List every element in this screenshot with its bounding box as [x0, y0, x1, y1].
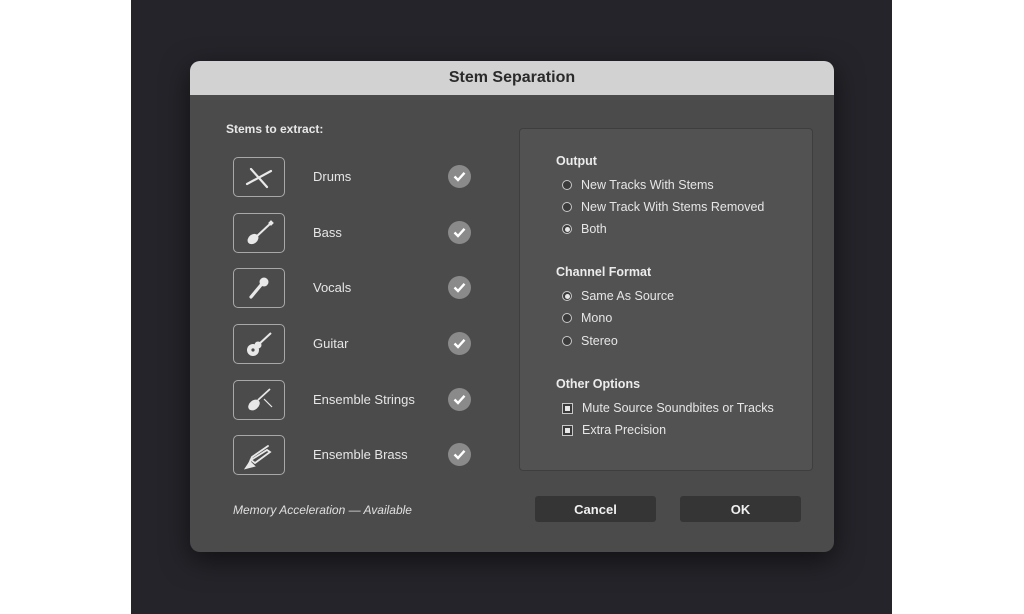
option-label: New Track With Stems Removed — [581, 200, 765, 214]
checkmark-icon[interactable] — [448, 443, 471, 466]
cancel-button[interactable]: Cancel — [535, 496, 656, 522]
option-label: Mute Source Soundbites or Tracks — [582, 401, 774, 415]
checkmark-icon[interactable] — [448, 276, 471, 299]
radio-stereo[interactable]: Stereo — [562, 332, 618, 350]
stem-row-ensemble-brass[interactable]: Ensemble Brass — [233, 435, 478, 477]
radio-button-selected[interactable] — [562, 291, 572, 301]
stem-label: Drums — [313, 169, 352, 184]
radio-button[interactable] — [562, 202, 572, 212]
memory-acceleration-status: Memory Acceleration — Available — [233, 503, 412, 517]
radio-both[interactable]: Both — [562, 220, 607, 238]
bass-guitar-icon — [233, 213, 285, 253]
radio-button[interactable] — [562, 336, 572, 346]
option-label: Same As Source — [581, 289, 675, 303]
stems-heading: Stems to extract: — [226, 122, 324, 136]
option-label: Extra Precision — [582, 423, 667, 437]
options-panel: Output New Tracks With Stems New Track W… — [519, 128, 813, 471]
dialog-title: Stem Separation — [190, 61, 834, 95]
stem-row-ensemble-strings[interactable]: Ensemble Strings — [233, 380, 478, 422]
radio-button[interactable] — [562, 180, 572, 190]
stem-row-bass[interactable]: Bass — [233, 213, 478, 255]
radio-mono[interactable]: Mono — [562, 309, 612, 327]
stem-label: Ensemble Brass — [313, 447, 408, 462]
stem-label: Bass — [313, 225, 342, 240]
checkmark-icon[interactable] — [448, 221, 471, 244]
stem-separation-dialog: Stem Separation Stems to extract: Drums … — [190, 61, 834, 552]
checkbox-extra-precision[interactable]: Extra Precision — [562, 421, 666, 439]
checkbox[interactable] — [562, 424, 573, 436]
stem-row-vocals[interactable]: Vocals — [233, 268, 478, 310]
stem-label: Vocals — [313, 280, 352, 295]
ok-button[interactable]: OK — [680, 496, 801, 522]
checkbox[interactable] — [562, 402, 573, 414]
radio-button[interactable] — [562, 313, 572, 323]
radio-button-selected[interactable] — [562, 224, 572, 234]
stem-label: Ensemble Strings — [313, 392, 415, 407]
checkbox-mute-source[interactable]: Mute Source Soundbites or Tracks — [562, 399, 774, 417]
option-label: Both — [581, 222, 607, 236]
violin-icon — [233, 380, 285, 420]
stem-label: Guitar — [313, 336, 349, 351]
drumsticks-icon — [233, 157, 285, 197]
radio-new-tracks-with-stems[interactable]: New Tracks With Stems — [562, 176, 714, 194]
channel-format-heading: Channel Format — [556, 265, 652, 279]
microphone-icon — [233, 268, 285, 308]
stem-row-guitar[interactable]: Guitar — [233, 324, 478, 366]
checkmark-icon[interactable] — [448, 332, 471, 355]
checkmark-icon[interactable] — [448, 388, 471, 411]
trombone-icon — [233, 435, 285, 475]
stem-row-drums[interactable]: Drums — [233, 157, 478, 199]
option-label: Mono — [581, 311, 613, 325]
option-label: Stereo — [581, 334, 618, 348]
radio-same-as-source[interactable]: Same As Source — [562, 287, 674, 305]
radio-new-track-with-stems-removed[interactable]: New Track With Stems Removed — [562, 198, 764, 216]
acoustic-guitar-icon — [233, 324, 285, 364]
output-heading: Output — [556, 154, 597, 168]
option-label: New Tracks With Stems — [581, 178, 714, 192]
checkmark-icon[interactable] — [448, 165, 471, 188]
other-options-heading: Other Options — [556, 377, 641, 391]
